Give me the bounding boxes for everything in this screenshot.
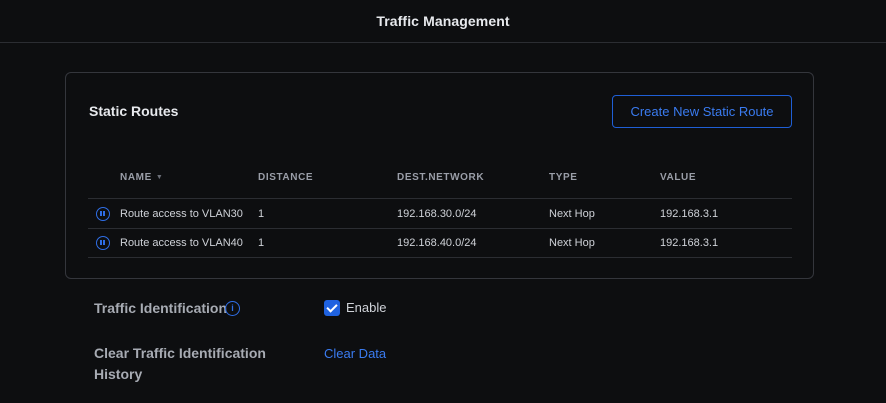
traffic-identification-label: Traffic Identification [94,300,228,316]
pause-icon[interactable] [96,207,110,221]
top-bar: Traffic Management [0,0,886,43]
sort-caret-icon: ▼ [155,174,164,181]
clear-data-link[interactable]: Clear Data [324,346,386,361]
static-routes-title: Static Routes [89,103,179,119]
column-header-type[interactable]: TYPE [549,172,578,183]
clear-history-label-line2: History [94,366,143,382]
route-type: Next Hop [549,208,595,220]
route-distance: 1 [258,208,265,220]
table-row[interactable]: Route access to VLAN40 1 192.168.40.0/24… [88,229,792,258]
route-value: 192.168.3.1 [660,208,719,220]
enable-checkbox[interactable] [324,300,340,316]
pause-icon[interactable] [96,236,110,250]
static-routes-card: Static Routes Create New Static Route NA… [65,72,814,279]
enable-checkbox-label[interactable]: Enable [346,300,386,315]
create-static-route-button[interactable]: Create New Static Route [612,95,792,128]
column-header-value[interactable]: VALUE [660,172,696,183]
table-row[interactable]: Route access to VLAN30 1 192.168.30.0/24… [88,200,792,229]
route-distance: 1 [258,237,265,249]
column-header-distance[interactable]: DISTANCE [258,172,313,183]
route-name: Route access to VLAN30 [120,208,243,220]
info-icon[interactable]: i [225,301,240,316]
column-header-name[interactable]: NAME ▼ [120,172,163,183]
clear-history-label-line1: Clear Traffic Identification [94,345,266,361]
column-header-dest-network[interactable]: DEST.NETWORK [397,172,484,183]
route-dest-network: 192.168.30.0/24 [397,208,477,220]
route-value: 192.168.3.1 [660,237,719,249]
clear-history-label: Clear Traffic Identification History [94,343,266,385]
route-type: Next Hop [549,237,595,249]
table-header: NAME ▼ DISTANCE DEST.NETWORK TYPE VALUE [88,167,792,199]
route-name: Route access to VLAN40 [120,237,243,249]
route-dest-network: 192.168.40.0/24 [397,237,477,249]
page-title: Traffic Management [376,13,510,29]
